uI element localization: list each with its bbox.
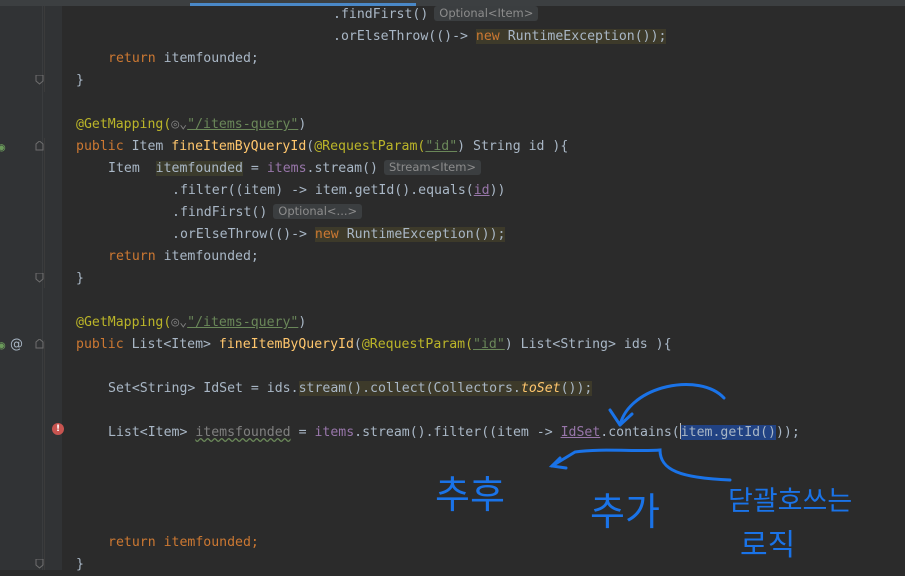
pen-annotation-layer: 추후 추가 닫괄호쓰는 로직 xyxy=(435,383,852,563)
curved-arrow-stroke xyxy=(618,383,726,427)
handwritten-note: 로직 xyxy=(740,528,795,563)
handwritten-note: 추가 xyxy=(590,490,660,534)
handwritten-note: 닫괄호쓰는 xyxy=(728,486,852,517)
handwritten-note: 추후 xyxy=(435,473,505,517)
bracket-stroke xyxy=(550,448,732,482)
arrowhead-stroke xyxy=(608,408,634,427)
